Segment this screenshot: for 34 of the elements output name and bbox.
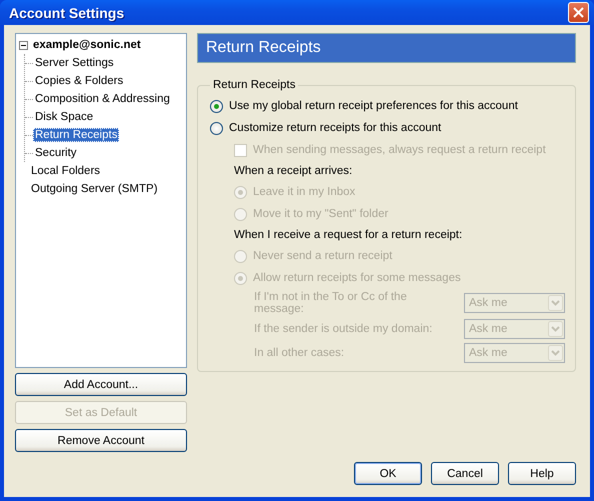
radio-button[interactable] bbox=[210, 100, 223, 112]
tree-item[interactable]: Composition & Addressing bbox=[33, 92, 172, 106]
option-label: Customize return receipts for this account bbox=[229, 122, 442, 134]
dialog-button[interactable]: Help bbox=[508, 462, 576, 485]
tree-item[interactable]: Outgoing Server (SMTP) bbox=[29, 182, 160, 196]
option-label: Leave it in my Inbox bbox=[253, 186, 356, 198]
close-icon bbox=[573, 7, 584, 18]
option-label: Never send a return receipt bbox=[253, 250, 392, 262]
dialog-button[interactable]: OK bbox=[354, 462, 422, 485]
collapse-icon[interactable] bbox=[19, 40, 28, 50]
rule-label: If I'm not in the To or Cc of the message: bbox=[254, 291, 408, 315]
option-label: Allow return receipts for some messages bbox=[253, 272, 461, 284]
tree-item[interactable]: Server Settings bbox=[33, 56, 116, 70]
account-button[interactable]: Add Account... bbox=[15, 373, 187, 396]
section-heading: When I receive a request for a return receipt: bbox=[234, 229, 462, 241]
dialog-button[interactable]: Cancel bbox=[431, 462, 499, 485]
rule-label: If the sender is outside my domain: bbox=[254, 323, 434, 335]
group-title: Return Receipts bbox=[212, 79, 296, 91]
tree-item[interactable]: Disk Space bbox=[33, 110, 96, 124]
option-label: When sending messages, always request a return receipt bbox=[253, 144, 546, 156]
tree-item[interactable]: Local Folders bbox=[29, 164, 102, 178]
option-label: Use my global return receipt preferences for this account bbox=[229, 100, 518, 112]
close-button[interactable] bbox=[568, 2, 589, 23]
tree-item[interactable]: Copies & Folders bbox=[33, 74, 126, 88]
rule-label: In all other cases: bbox=[254, 347, 346, 359]
panel-header: Return Receipts bbox=[197, 33, 576, 63]
radio-button[interactable] bbox=[210, 122, 223, 134]
account-button[interactable]: Remove Account bbox=[15, 429, 187, 452]
tree-item[interactable]: example@sonic.net bbox=[31, 38, 143, 52]
tree-item[interactable]: Security bbox=[33, 146, 79, 160]
tree-item[interactable]: Return Receipts bbox=[33, 128, 120, 142]
section-heading: When a receipt arrives: bbox=[234, 165, 352, 177]
option-label: Move it to my "Sent" folder bbox=[253, 208, 388, 220]
window-title: Account Settings bbox=[9, 4, 124, 20]
